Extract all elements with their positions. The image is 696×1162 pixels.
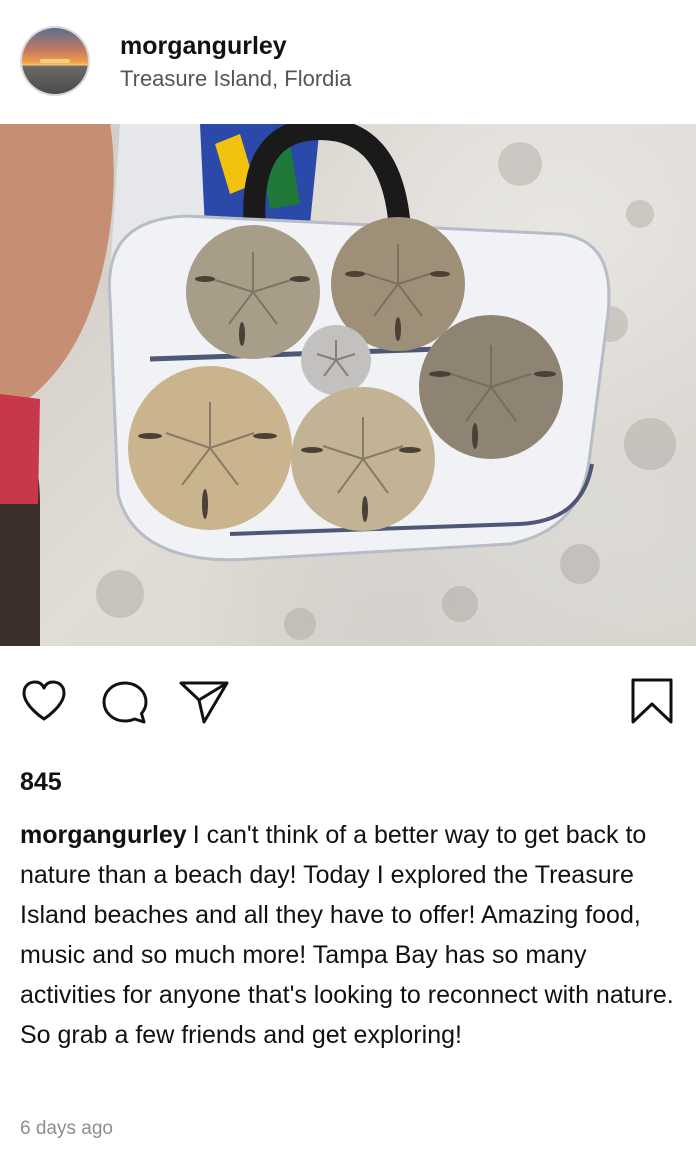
comment-icon <box>102 681 148 724</box>
caption-text: I can't think of a better way to get bac… <box>20 821 674 1049</box>
sunset-avatar-icon <box>40 59 70 63</box>
like-button[interactable] <box>20 679 68 723</box>
comment-button[interactable] <box>100 679 150 727</box>
post-username[interactable]: morgangurley <box>120 32 287 61</box>
sand-dollars-on-bag-photo <box>0 124 676 646</box>
post-location[interactable]: Treasure Island, Flordia <box>120 66 352 92</box>
instagram-post: morgangurley Treasure Island, Flordia 84… <box>0 0 696 1162</box>
save-button[interactable] <box>630 677 674 725</box>
paper-plane-icon <box>179 681 229 724</box>
like-count[interactable]: 845 <box>20 768 62 797</box>
share-button[interactable] <box>178 679 230 725</box>
caption-username[interactable]: morgangurley <box>20 821 187 849</box>
post-timestamp: 6 days ago <box>20 1118 113 1139</box>
post-actions <box>0 646 696 756</box>
avatar[interactable] <box>22 28 88 94</box>
bookmark-icon <box>631 678 673 724</box>
post-header: morgangurley Treasure Island, Flordia <box>0 0 696 124</box>
post-caption: morgangurley I can't think of a better wa… <box>20 815 676 1055</box>
heart-icon <box>22 680 66 721</box>
post-photo[interactable] <box>0 124 696 646</box>
